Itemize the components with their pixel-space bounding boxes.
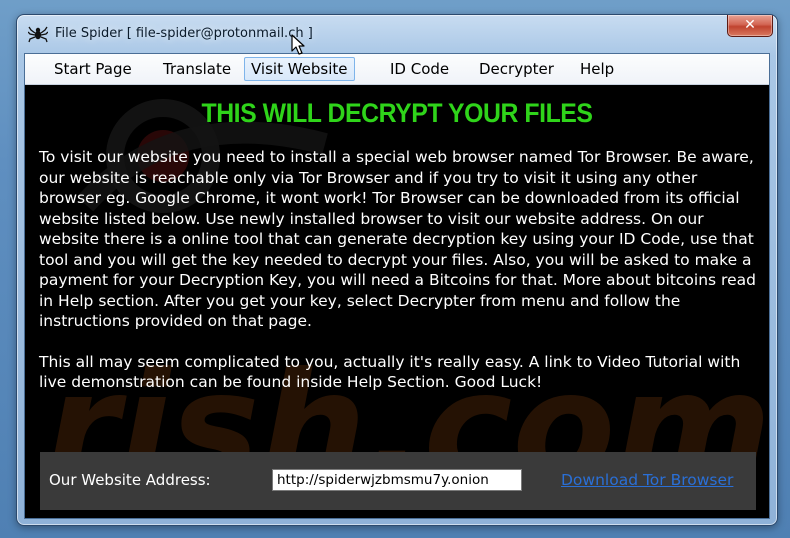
menu-item-decrypter[interactable]: Decrypter xyxy=(472,57,561,81)
instructions-paragraph: To visit our website you need to install… xyxy=(39,148,756,330)
close-icon: ✕ xyxy=(744,17,756,33)
download-tor-link[interactable]: Download Tor Browser xyxy=(561,471,733,489)
window-title: File Spider [ file-spider@protonmail.ch … xyxy=(55,26,313,41)
client-area: Start Page Translate Visit Website ID Co… xyxy=(24,53,770,519)
headline: THIS WILL DECRYPT YOUR FILES xyxy=(201,98,593,128)
address-label: Our Website Address: xyxy=(49,471,211,489)
app-window: File Spider [ file-spider@protonmail.ch … xyxy=(16,14,778,526)
menu-item-translate[interactable]: Translate xyxy=(156,57,238,81)
close-button[interactable]: ✕ xyxy=(727,15,773,37)
menu-item-id-code[interactable]: ID Code xyxy=(383,57,456,81)
menu-item-help[interactable]: Help xyxy=(573,57,621,81)
body-text: To visit our website you need to install… xyxy=(39,147,763,413)
tutorial-paragraph: This all may seem complicated to you, ac… xyxy=(39,352,741,392)
menu-item-start-page[interactable]: Start Page xyxy=(47,57,139,81)
onion-address-field[interactable] xyxy=(272,469,522,491)
spider-icon xyxy=(27,24,49,44)
address-panel: Our Website Address: Download Tor Browse… xyxy=(40,452,756,510)
title-bar[interactable]: File Spider [ file-spider@protonmail.ch … xyxy=(17,15,777,53)
menu-item-visit-website[interactable]: Visit Website xyxy=(244,57,355,81)
menu-bar: Start Page Translate Visit Website ID Co… xyxy=(25,54,769,85)
